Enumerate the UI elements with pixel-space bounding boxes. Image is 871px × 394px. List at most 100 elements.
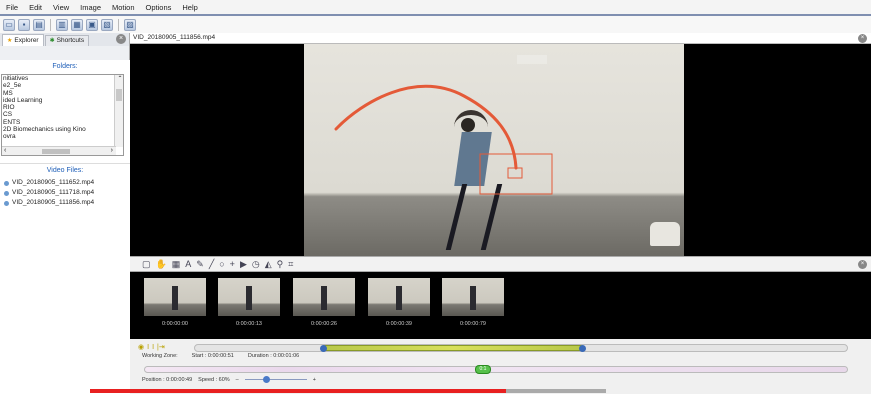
single-view-icon[interactable]: ▥ (56, 18, 68, 31)
menu-help[interactable]: Help (182, 3, 197, 12)
chronometer-icon[interactable]: ◷ (252, 257, 260, 271)
video-file-item[interactable]: VID_20180905_111856.mp4 (0, 198, 130, 208)
thumbnail-time: 0:00:00:26 (311, 321, 337, 327)
thumbnail-figure (396, 286, 402, 310)
text-icon[interactable]: A (185, 257, 191, 271)
drawing-toolbar: ▢ ✋ ▦ A ✎ ╱ ○ + ▶ ◷ ◭ ⚲ ⌗ × (130, 256, 871, 272)
tab-shortcuts-label: Shortcuts (56, 37, 85, 44)
working-zone-track[interactable] (194, 344, 848, 352)
playback-controls: ◉ I I |⇥ (138, 343, 165, 352)
chevron-left-icon[interactable]: ‹ (4, 147, 6, 155)
folder-item[interactable]: ENTS (2, 119, 123, 126)
video-file-icon (4, 190, 9, 196)
shortcut-icon: ✱ (49, 38, 55, 44)
hand-icon[interactable]: ✋ (156, 257, 167, 271)
open-folder-icon[interactable]: ▭ (3, 18, 15, 31)
tab-shortcuts[interactable]: ✱ Shortcuts (44, 35, 90, 46)
key-frame-thumbnail[interactable]: 0:00:00:26 (293, 278, 355, 331)
thumbnail-figure (172, 286, 178, 310)
left-tabs: ★ Explorer ✱ Shortcuts × (0, 33, 129, 46)
menu-view[interactable]: View (53, 3, 69, 12)
speed-slider-knob[interactable] (262, 376, 270, 383)
speed-minus-icon[interactable]: – (236, 377, 239, 383)
menu-image[interactable]: Image (80, 3, 101, 12)
go-end-icon[interactable]: |⇥ (157, 343, 165, 352)
thumbnail-time: 0:00:00:13 (236, 321, 262, 327)
export-icon[interactable]: ▧ (101, 18, 113, 31)
video-file-label: VID_20180905_111856.mp4 (12, 199, 95, 206)
menu-motion[interactable]: Motion (112, 3, 135, 12)
line-icon[interactable]: ╱ (209, 257, 214, 271)
chevron-up-icon[interactable]: ⌃ (116, 75, 123, 83)
folder-item[interactable]: 2D Biomechanics using Kino (2, 126, 123, 133)
working-zone-end-handle[interactable] (579, 345, 586, 352)
folder-item[interactable]: e2_5e (2, 82, 123, 89)
video-file-item[interactable]: VID_20180905_111652.mp4 (0, 178, 130, 188)
menu-edit[interactable]: Edit (29, 3, 42, 12)
folder-item[interactable]: ided Learning (2, 97, 123, 104)
toolbar-separator (118, 18, 119, 31)
toolbar-separator (50, 18, 51, 31)
working-zone-label: Working Zone: (142, 353, 178, 359)
folder-item[interactable]: RIO (2, 104, 123, 111)
close-icon[interactable]: × (858, 34, 867, 43)
chevron-right-icon[interactable]: › (111, 147, 113, 155)
tracking-target[interactable] (507, 167, 523, 179)
trajectory-overlay (334, 84, 553, 195)
key-frame-thumbnail[interactable]: 0:00:00:00 (144, 278, 206, 331)
thumbnail-figure (246, 286, 252, 310)
capture-icon[interactable]: ▣ (86, 18, 98, 31)
video-viewer[interactable] (130, 44, 871, 256)
working-zone-info: Working Zone: Start : 0:00:00:51 Duratio… (142, 353, 299, 359)
cross-marker-icon[interactable]: + (230, 257, 235, 271)
coordinates-icon[interactable]: ⌗ (288, 257, 293, 271)
angle-icon[interactable]: ◭ (265, 257, 272, 271)
key-frame-thumbnail[interactable]: 0:00:00:13 (218, 278, 280, 331)
key-frame-thumbnail[interactable]: 0:00:00:39 (368, 278, 430, 331)
video-filename: VID_20180905_111856.mp4 (133, 34, 216, 41)
circle-icon[interactable]: ○ (219, 257, 224, 271)
menu-file[interactable]: File (6, 3, 18, 12)
tab-explorer[interactable]: ★ Explorer (2, 34, 44, 46)
grid-icon[interactable]: ▦ (172, 257, 181, 271)
compare-icon[interactable]: ▨ (124, 18, 136, 31)
video-file-item[interactable]: VID_20180905_111718.mp4 (0, 188, 130, 198)
folder-horizontal-scrollbar[interactable]: ‹ › (2, 146, 116, 155)
working-zone-start-handle[interactable] (320, 345, 327, 352)
explorer-icon[interactable]: ▤ (33, 18, 45, 31)
save-icon[interactable]: ▪ (18, 18, 30, 31)
scroll-thumb[interactable] (42, 149, 70, 154)
pencil-icon[interactable]: ✎ (196, 257, 204, 271)
dual-view-icon[interactable]: ▦ (71, 18, 83, 31)
folder-item[interactable]: nitiatives (2, 75, 123, 82)
working-zone-range[interactable] (320, 345, 586, 352)
toolbar: ▭ ▪ ▤ ▥ ▦ ▣ ▧ ▨ (0, 16, 871, 33)
position-time: Position : 0:00:00:49 (142, 376, 193, 383)
timeline-panel: ◉ I I |⇥ Working Zone: Start : 0:00:00:5… (130, 339, 871, 394)
close-icon[interactable]: × (116, 34, 126, 44)
arrow-icon[interactable]: ▶ (240, 257, 247, 271)
set-marker-icon[interactable]: I (147, 343, 149, 352)
close-icon[interactable]: × (858, 260, 867, 269)
scroll-thumb[interactable] (116, 89, 122, 101)
set-end-icon[interactable]: I (152, 343, 154, 352)
folder-item[interactable]: MS (2, 90, 123, 97)
video-file-label: VID_20180905_111718.mp4 (12, 189, 95, 196)
video-frame[interactable] (304, 44, 684, 256)
position-marker[interactable]: 0:1 (475, 365, 491, 374)
key-image-icon[interactable]: ▢ (142, 257, 151, 271)
magnifier-icon[interactable]: ⚲ (277, 257, 284, 271)
playback-progress-bar (90, 389, 506, 393)
folder-vertical-scrollbar[interactable]: ⌃ (114, 75, 123, 147)
video-title-bar: VID_20180905_111856.mp4 × (130, 33, 871, 44)
folder-tree[interactable]: nitiatives e2_5e MS ided Learning RIO CS… (1, 74, 124, 156)
speed-slider[interactable] (244, 376, 307, 383)
folder-item[interactable]: CS (2, 111, 123, 118)
folder-item[interactable]: ovra (2, 133, 123, 140)
start-time: Start : 0:00:00:51 (191, 353, 234, 359)
menu-options[interactable]: Options (146, 3, 172, 12)
set-start-icon[interactable]: ◉ (138, 343, 144, 352)
key-frame-thumbnail[interactable]: 0:00:00:79 (442, 278, 504, 331)
speed-plus-icon[interactable]: + (313, 377, 316, 383)
position-track[interactable]: 0:1 (144, 365, 848, 374)
